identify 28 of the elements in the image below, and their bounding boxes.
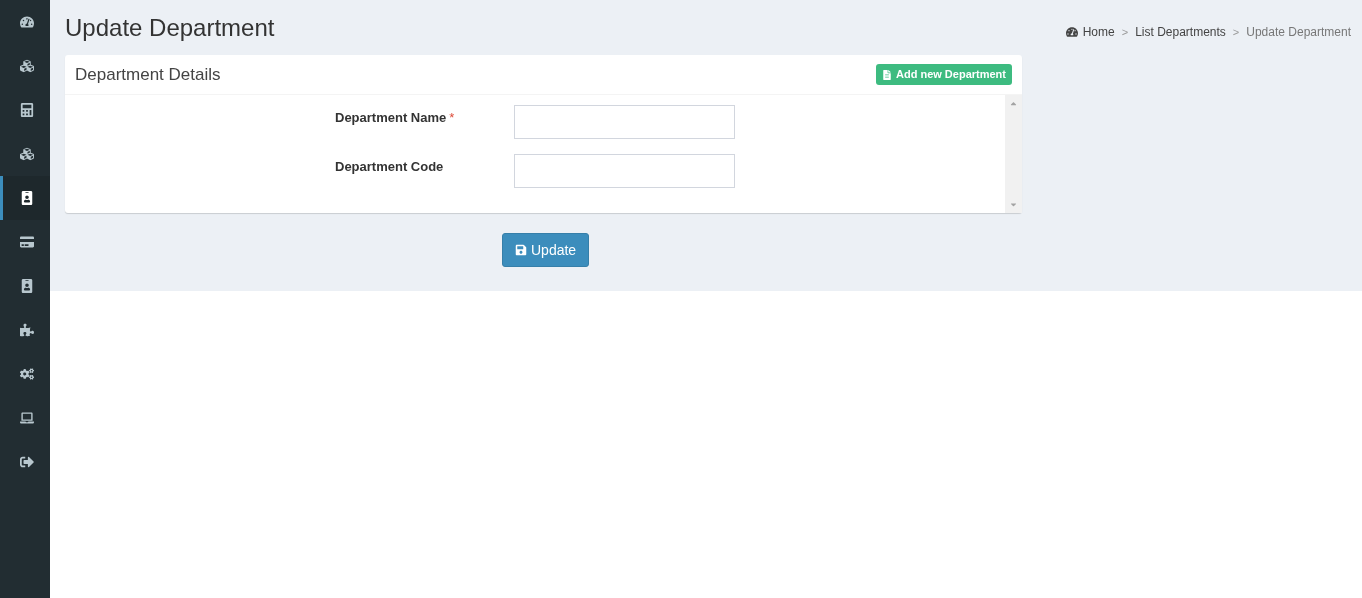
page-title: Update Department — [65, 14, 275, 42]
dashboard-icon — [19, 15, 34, 29]
dashboard-icon — [1065, 26, 1078, 38]
text-field[interactable] — [514, 105, 735, 139]
update-button[interactable]: Update — [502, 233, 590, 267]
card-title: Department Details — [75, 63, 221, 86]
sidebar-item[interactable] — [0, 176, 50, 220]
field-label: Department Code — [335, 159, 444, 174]
cubes-icon — [19, 59, 34, 73]
text-field[interactable] — [514, 154, 735, 188]
field-label: Department Name — [335, 110, 447, 125]
badge-icon — [19, 279, 34, 293]
laptop-icon — [19, 411, 34, 425]
credit-card-icon — [19, 235, 34, 249]
breadcrumb-separator: > — [1121, 24, 1129, 40]
required-mark: * — [449, 110, 455, 125]
document-icon — [882, 69, 892, 80]
sign-out-icon — [19, 455, 34, 469]
breadcrumb-current: Update Department — [1246, 24, 1351, 41]
breadcrumb-separator: > — [1232, 24, 1240, 40]
calculator-icon — [19, 103, 34, 117]
cubes-icon — [19, 147, 34, 161]
gears-icon — [19, 367, 34, 381]
save-icon — [515, 244, 527, 256]
breadcrumb-link[interactable]: List Departments — [1135, 23, 1226, 41]
badge-icon — [19, 191, 34, 205]
puzzle-icon — [19, 323, 34, 337]
breadcrumb-link[interactable]: Home — [1082, 23, 1115, 41]
